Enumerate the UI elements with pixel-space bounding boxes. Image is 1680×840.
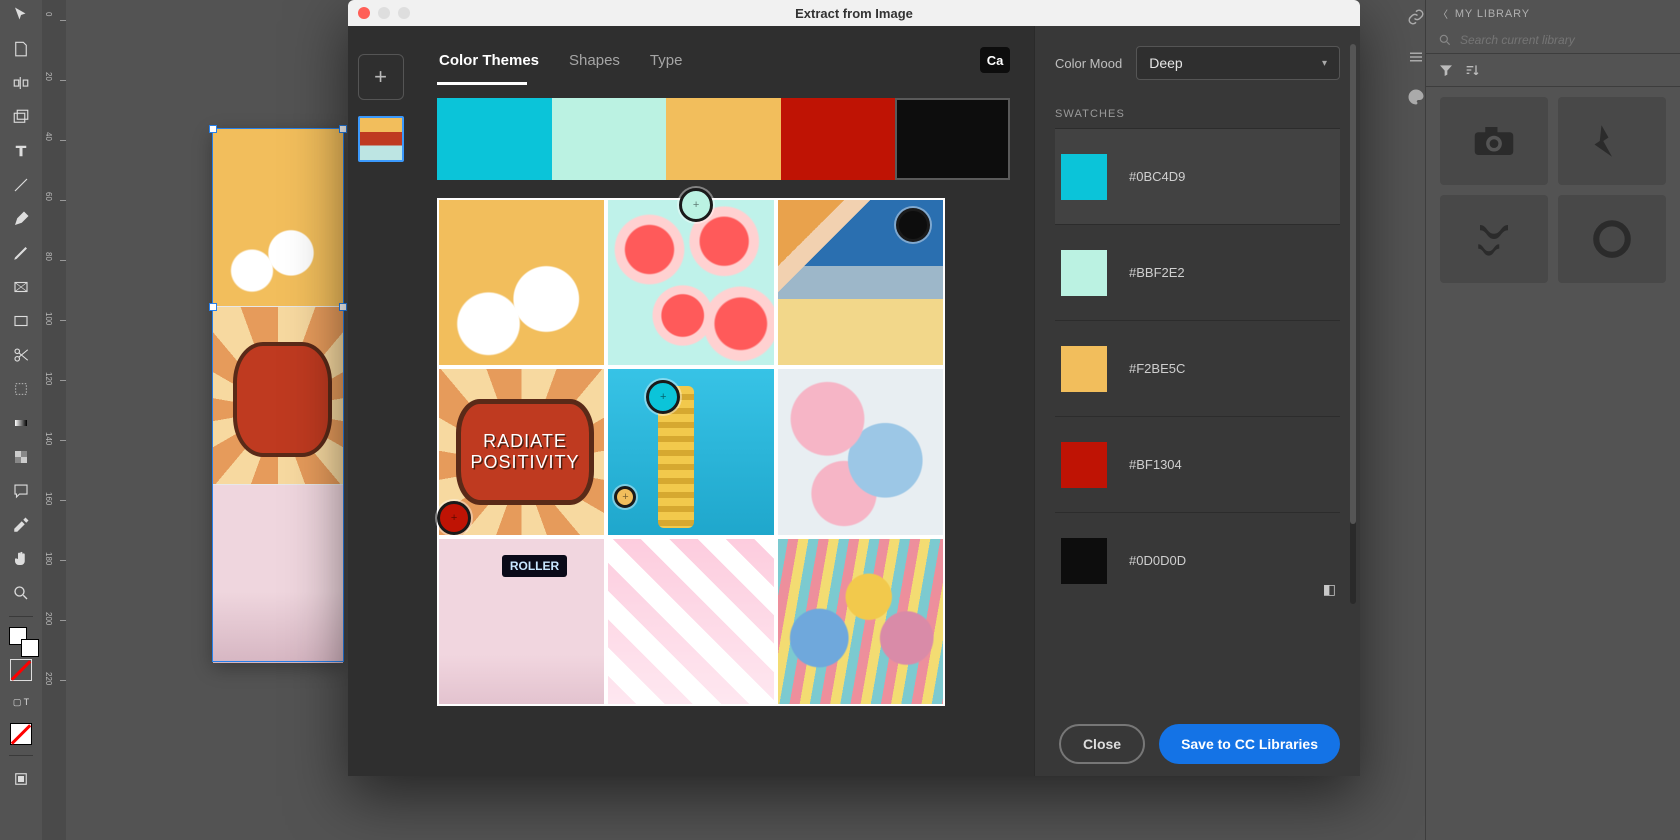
- dialog-titlebar[interactable]: Extract from Image: [348, 0, 1360, 26]
- swatch-row[interactable]: #F2BE5C: [1055, 320, 1340, 416]
- view-mode-normal[interactable]: [8, 766, 34, 792]
- vertical-ruler: 020406080100120140160180200220: [42, 0, 66, 840]
- swatches-header: SWATCHES: [1055, 108, 1340, 120]
- palette-swatch-5[interactable]: [895, 98, 1010, 180]
- free-transform-tool[interactable]: [8, 376, 34, 402]
- swatch-row[interactable]: #0D0D0D◧: [1055, 512, 1340, 608]
- page-tool[interactable]: [8, 36, 34, 62]
- library-item[interactable]: [1440, 97, 1548, 185]
- tab-color-themes[interactable]: Color Themes: [437, 52, 541, 69]
- scissors-tool[interactable]: [8, 342, 34, 368]
- search-icon: [1438, 33, 1452, 47]
- save-to-cc-libraries-button[interactable]: Save to CC Libraries: [1159, 724, 1340, 764]
- tab-type[interactable]: Type: [648, 52, 685, 69]
- type-tool[interactable]: [8, 138, 34, 164]
- cc-libraries-panel: 〈 MY LIBRARY: [1425, 0, 1680, 840]
- formatting-container-text-toggle[interactable]: ▢ T: [7, 689, 35, 715]
- document-page[interactable]: [212, 128, 344, 662]
- swatch-row[interactable]: #BBF2E2: [1055, 224, 1340, 320]
- content-collector-tool[interactable]: [8, 104, 34, 130]
- swatch-shades-icon[interactable]: ◧: [1323, 581, 1336, 598]
- chevron-left-icon: 〈: [1438, 6, 1449, 21]
- close-button[interactable]: Close: [1059, 724, 1145, 764]
- main-toolbar: ▢ T: [0, 0, 42, 840]
- rectangle-frame-tool[interactable]: [8, 274, 34, 300]
- pencil-tool[interactable]: [8, 240, 34, 266]
- color-theme-icon[interactable]: [1407, 88, 1425, 106]
- library-item[interactable]: [1558, 97, 1666, 185]
- placed-image-2[interactable]: [213, 307, 343, 485]
- pen-tool[interactable]: [8, 206, 34, 232]
- color-mood-label: Color Mood: [1055, 56, 1122, 71]
- library-item[interactable]: [1558, 195, 1666, 283]
- fill-stroke-swap[interactable]: [9, 627, 33, 651]
- selection-tool[interactable]: [8, 2, 34, 28]
- eyedropper-tool[interactable]: [8, 512, 34, 538]
- library-search-input[interactable]: [1460, 33, 1668, 47]
- libraries-panel-title[interactable]: 〈 MY LIBRARY: [1426, 0, 1680, 27]
- right-dock-icons: [1407, 0, 1425, 840]
- color-mood-select[interactable]: Deep ▾: [1136, 46, 1340, 80]
- color-picker-point-5[interactable]: +: [437, 501, 471, 535]
- color-picker-point-1[interactable]: +: [679, 188, 713, 222]
- hand-tool[interactable]: [8, 546, 34, 572]
- note-tool[interactable]: [8, 478, 34, 504]
- dialog-right-panel: Color Mood Deep ▾ SWATCHES #0BC4D9 #BBF2…: [1034, 26, 1360, 776]
- swatch-row[interactable]: #0BC4D9: [1055, 128, 1340, 224]
- extracted-palette: [437, 98, 1010, 180]
- color-mood-value: Deep: [1149, 55, 1182, 71]
- gradient-feather-tool[interactable]: [8, 444, 34, 470]
- library-items-grid: [1426, 87, 1680, 293]
- rectangle-tool[interactable]: [8, 308, 34, 334]
- sort-icon[interactable]: [1464, 62, 1480, 78]
- swatch-row[interactable]: #BF1304: [1055, 416, 1340, 512]
- apply-color[interactable]: [10, 723, 32, 745]
- gradient-swatch-tool[interactable]: [8, 410, 34, 436]
- menu-icon[interactable]: [1407, 48, 1425, 66]
- source-image-preview[interactable]: + + + +: [437, 198, 945, 706]
- right-panel-scrollbar[interactable]: [1350, 44, 1356, 604]
- color-picker-point-2[interactable]: [896, 208, 930, 242]
- chevron-down-icon: ▾: [1322, 58, 1327, 69]
- line-tool[interactable]: [8, 172, 34, 198]
- dialog-left-rail: +: [348, 26, 413, 776]
- color-picker-point-4[interactable]: +: [614, 486, 636, 508]
- palette-swatch-3[interactable]: [666, 98, 781, 180]
- add-image-button[interactable]: +: [358, 54, 404, 100]
- link-icon[interactable]: [1407, 8, 1425, 26]
- source-image-thumbnail[interactable]: [358, 116, 404, 162]
- swatches-list: #0BC4D9 #BBF2E2 #F2BE5C #BF1304 #0D0D0D◧: [1055, 128, 1340, 608]
- color-picker-point-3[interactable]: +: [646, 380, 680, 414]
- filter-icon[interactable]: [1438, 62, 1454, 78]
- extract-from-image-dialog: Extract from Image + Color Themes Shapes…: [348, 0, 1360, 776]
- palette-swatch-4[interactable]: [781, 98, 896, 180]
- gap-tool[interactable]: [8, 70, 34, 96]
- dialog-tabs: Color Themes Shapes Type Ca: [437, 40, 1010, 80]
- tab-shapes[interactable]: Shapes: [567, 52, 622, 69]
- dialog-title: Extract from Image: [348, 6, 1360, 21]
- library-item[interactable]: [1440, 195, 1548, 283]
- palette-swatch-2[interactable]: [552, 98, 667, 180]
- capture-badge[interactable]: Ca: [980, 47, 1010, 73]
- zoom-tool[interactable]: [8, 580, 34, 606]
- palette-swatch-1[interactable]: [437, 98, 552, 180]
- apply-none[interactable]: [10, 659, 32, 681]
